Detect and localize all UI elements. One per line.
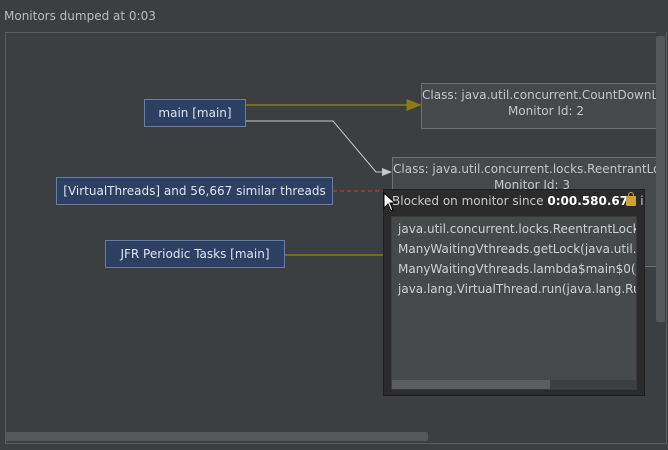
popup-header: Blocked on monitor since 0:00.580.677 in…	[392, 194, 644, 208]
popup-horizontal-scrollbar-track	[392, 380, 636, 389]
edge-main-waits-reentrantlock	[246, 120, 392, 176]
stack-frame[interactable]: java.util.concurrent.locks.ReentrantLock…	[392, 219, 636, 239]
popup-header-prefix: Blocked on monitor since	[392, 194, 548, 208]
thread-node-main[interactable]: main [main]	[144, 99, 246, 127]
vertical-scrollbar[interactable]	[656, 36, 665, 322]
lock-icon	[626, 192, 636, 206]
thread-node-virtual-threads[interactable]: [VirtualThreads] and 56,667 similar thre…	[56, 177, 333, 205]
stack-frame[interactable]: java.lang.VirtualThread.run(java.lang.Ru…	[392, 279, 636, 299]
popup-header-suffix: in:	[640, 194, 644, 208]
monitor-class-label: Class: java.util.concurrent.locks.Reentr…	[393, 162, 667, 176]
monitor-class-label: Class: java.util.concurrent.CountDownLat…	[422, 88, 667, 102]
stack-frame[interactable]: ManyWaitingVthreads.lambda$main$0(java.u…	[392, 259, 636, 279]
stack-frame[interactable]: ManyWaitingVthreads.getLock(java.util.co…	[392, 239, 636, 259]
blocked-since-time: 0:00.580.677	[547, 194, 637, 208]
page-title: Monitors dumped at 0:03	[4, 9, 156, 23]
mouse-pointer-icon	[383, 192, 397, 212]
horizontal-scrollbar[interactable]	[5, 432, 428, 441]
stack-trace-list[interactable]: java.util.concurrent.locks.ReentrantLock…	[391, 216, 637, 390]
blocked-thread-popup: Blocked on monitor since 0:00.580.677 in…	[383, 189, 645, 396]
monitor-id-label: Monitor Id: 2	[507, 104, 585, 118]
popup-horizontal-scrollbar[interactable]	[392, 380, 550, 389]
monitor-node-countdownlatch[interactable]: Class: java.util.concurrent.CountDownLat…	[421, 83, 667, 129]
thread-node-jfr-periodic-tasks[interactable]: JFR Periodic Tasks [main]	[105, 240, 285, 268]
